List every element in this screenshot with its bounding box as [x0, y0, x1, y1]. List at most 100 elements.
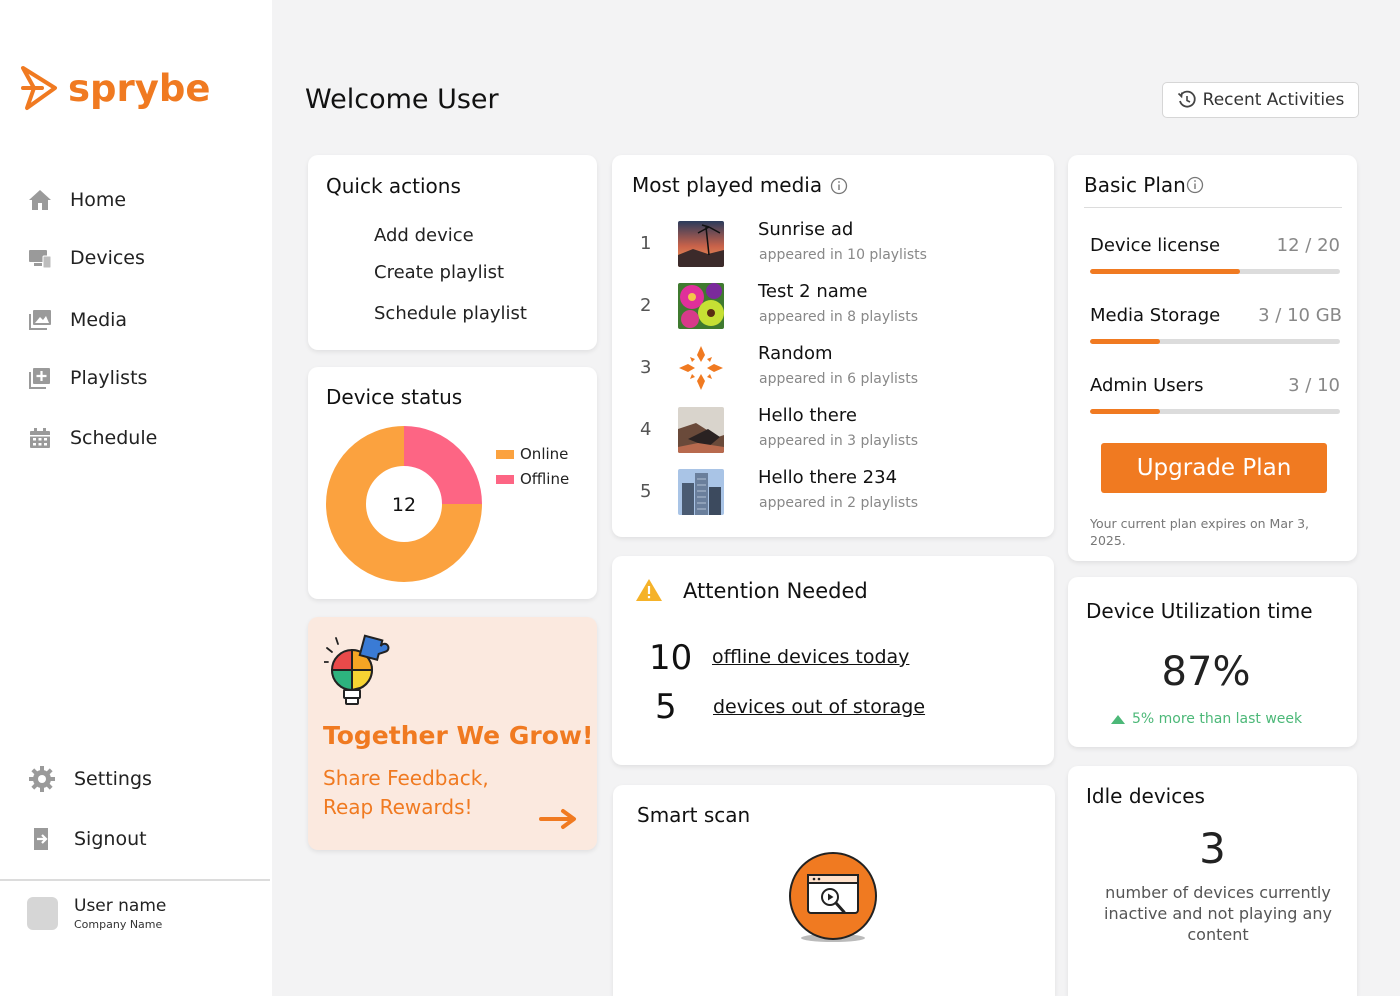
device-status-chart: 12	[326, 426, 482, 582]
plan-divider	[1084, 207, 1342, 208]
list-item[interactable]: 5 Hello there 234 appeared in 2 playlist…	[632, 467, 1012, 519]
offline-count: 10	[649, 638, 693, 678]
legend-swatch	[496, 474, 514, 484]
page-title: Welcome User	[305, 84, 499, 115]
sidebar-item-label: Media	[70, 309, 128, 331]
sidebar-item-signout[interactable]: Signout	[28, 825, 147, 853]
usage-bar	[1090, 339, 1340, 344]
plan-label: Device license	[1090, 235, 1221, 256]
device-status-title: Device status	[326, 385, 463, 409]
media-appearances: appeared in 6 playlists	[759, 371, 919, 387]
media-name: Sunrise ad	[758, 219, 854, 240]
storage-count: 5	[655, 687, 677, 727]
media-name: Test 2 name	[758, 281, 868, 302]
info-icon[interactable]	[830, 177, 848, 195]
plan-expiry-text: Your current plan expires on Mar 3, 2025…	[1090, 516, 1310, 548]
media-appearances: appeared in 10 playlists	[759, 247, 927, 263]
promo-line-2: Reap Rewards!	[323, 795, 473, 819]
scan-icon[interactable]	[788, 852, 878, 944]
media-name: Random	[758, 343, 833, 364]
plan-label: Media Storage	[1090, 305, 1221, 326]
media-rank: 2	[640, 295, 652, 316]
logo-icon	[21, 66, 57, 110]
media-rank: 5	[640, 481, 652, 502]
sidebar-item-label: Home	[70, 189, 127, 211]
playlists-icon	[28, 366, 52, 390]
plan-value: 12 / 20	[1276, 235, 1340, 256]
media-name: Hello there	[758, 405, 857, 426]
sidebar-item-label: Schedule	[70, 427, 158, 449]
most-played-title: Most played media	[632, 173, 823, 197]
promo-title: Together We Grow!	[323, 721, 594, 750]
sidebar-divider	[0, 879, 270, 881]
plan-value: 3 / 10 GB	[1258, 305, 1342, 326]
sidebar-item-label: Settings	[74, 768, 152, 790]
promo-card[interactable]: Together We Grow! Share Feedback, Reap R…	[308, 617, 597, 850]
offline-devices-link[interactable]: offline devices today	[712, 646, 909, 668]
list-item[interactable]: 2 Test 2 name appeared in 8 playlists	[632, 281, 1012, 333]
idle-title: Idle devices	[1086, 784, 1205, 808]
recent-activities-button[interactable]: Recent Activities	[1162, 82, 1359, 118]
utilization-value: 87%	[1161, 649, 1251, 695]
puzzle-lightbulb-icon	[324, 634, 390, 705]
info-icon[interactable]	[1186, 176, 1204, 194]
warning-icon	[636, 579, 662, 601]
media-thumbnail	[678, 469, 724, 515]
legend-online: Online	[496, 445, 568, 463]
history-icon	[1177, 90, 1196, 108]
utilization-delta: 5% more than last week	[1110, 711, 1302, 727]
idle-value: 3	[1199, 824, 1226, 873]
upgrade-plan-button[interactable]: Upgrade Plan	[1101, 443, 1327, 493]
schedule-playlist-link[interactable]: Schedule playlist	[374, 303, 527, 324]
legend-label: Offline	[520, 470, 570, 488]
sidebar-item-schedule[interactable]: Schedule	[28, 426, 157, 450]
out-of-storage-link[interactable]: devices out of storage	[713, 696, 925, 718]
utilization-title: Device Utilization time	[1086, 599, 1313, 623]
legend-swatch	[496, 449, 514, 459]
arrow-up-icon	[1111, 714, 1125, 724]
company-name: Company Name	[74, 918, 163, 931]
sidebar: sprybe Home Devices Media Playlists Sche…	[0, 0, 272, 996]
quick-actions-title: Quick actions	[326, 174, 461, 198]
sidebar-item-media[interactable]: Media	[28, 308, 127, 332]
recent-activities-label: Recent Activities	[1202, 90, 1345, 110]
sidebar-item-label: Playlists	[70, 367, 148, 389]
usage-bar	[1090, 409, 1340, 414]
attention-card: Attention Needed 10 offline devices toda…	[612, 556, 1054, 765]
arrow-right-icon[interactable]	[539, 808, 579, 830]
promo-line-1: Share Feedback,	[323, 766, 489, 790]
home-icon	[28, 188, 52, 212]
gear-icon	[28, 765, 56, 793]
brand-name: sprybe	[68, 66, 211, 110]
sidebar-item-home[interactable]: Home	[28, 188, 126, 212]
calendar-icon	[28, 426, 52, 450]
media-thumbnail	[678, 407, 724, 453]
idle-description: number of devices currently inactive and…	[1104, 883, 1332, 944]
usage-bar-fill	[1090, 269, 1240, 274]
media-appearances: appeared in 8 playlists	[759, 309, 919, 325]
media-thumbnail	[678, 345, 724, 391]
plan-card: Basic Plan Device license 12 / 20 Media …	[1068, 155, 1357, 561]
donut-center-label: 12	[392, 494, 416, 516]
user-profile[interactable]: User name Company Name	[27, 896, 166, 931]
sidebar-item-playlists[interactable]: Playlists	[28, 366, 147, 390]
list-item[interactable]: 4 Hello there appeared in 3 playlists	[632, 405, 1012, 457]
idle-devices-card: Idle devices 3 number of devices current…	[1068, 766, 1357, 996]
legend-label: Online	[520, 445, 569, 463]
devices-icon	[28, 246, 52, 270]
media-thumbnail	[678, 283, 724, 329]
media-name: Hello there 234	[758, 467, 898, 488]
media-rank: 4	[640, 419, 652, 440]
utilization-delta-text: 5% more than last week	[1132, 711, 1303, 727]
list-item[interactable]: 3 Random appeared in 6 playlists	[632, 343, 1012, 395]
signout-icon	[28, 825, 56, 853]
add-device-link[interactable]: Add device	[374, 225, 474, 246]
user-name: User name	[74, 896, 167, 916]
list-item[interactable]: 1 Sunrise ad appeared in 10 playlists	[632, 219, 1012, 271]
attention-title: Attention Needed	[683, 579, 868, 603]
usage-bar-fill	[1090, 339, 1160, 344]
brand-logo[interactable]: sprybe	[20, 64, 210, 112]
sidebar-item-settings[interactable]: Settings	[28, 765, 152, 793]
sidebar-item-devices[interactable]: Devices	[28, 246, 145, 270]
create-playlist-link[interactable]: Create playlist	[374, 262, 504, 283]
